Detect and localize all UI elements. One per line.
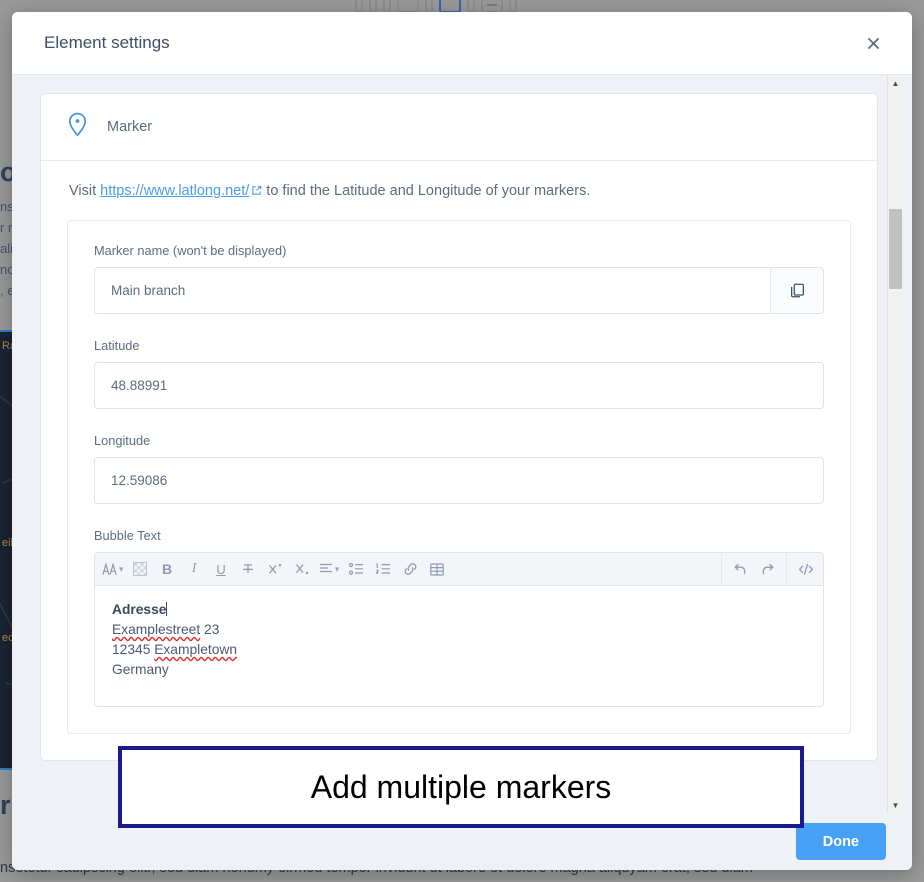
editor-toolbar: ▾ B I U ▾ <box>95 553 823 586</box>
copy-icon[interactable] <box>770 267 824 314</box>
table-icon[interactable] <box>424 556 451 583</box>
bubble-text-label: Bubble Text <box>94 528 161 543</box>
marker-type-header: Marker <box>41 94 877 161</box>
done-button[interactable]: Done <box>795 823 886 860</box>
superscript-icon[interactable] <box>262 556 289 583</box>
strikethrough-icon[interactable] <box>235 556 262 583</box>
rich-text-editor: ▾ B I U ▾ Adresse Examplestreet 23 12345… <box>94 552 824 707</box>
font-family-icon[interactable]: ▾ <box>99 556 127 583</box>
redo-icon[interactable] <box>754 556 781 583</box>
latitude-label: Latitude <box>94 338 140 353</box>
annotation-text: Add multiple markers <box>310 768 612 805</box>
numbered-list-icon[interactable] <box>370 556 397 583</box>
modal-header: Element settings <box>12 12 912 75</box>
hint-suffix: to find the Latitude and Longitude of yo… <box>262 183 591 199</box>
bubble-line-3-city: Exampletown <box>154 642 238 657</box>
settings-scroll-region: Marker Visit https://www.latlong.net/ to… <box>40 93 878 813</box>
undo-icon[interactable] <box>727 556 754 583</box>
close-icon[interactable] <box>858 28 888 58</box>
modal-title: Element settings <box>44 33 170 52</box>
marker-name-label: Marker name (won't be displayed) <box>94 243 287 258</box>
background-heading-2: r <box>0 790 11 820</box>
link-icon[interactable] <box>397 556 424 583</box>
italic-icon[interactable]: I <box>181 556 208 583</box>
marker-fields-card: Marker name (won't be displayed) Main br… <box>67 220 851 734</box>
bulleted-list-icon[interactable] <box>343 556 370 583</box>
align-icon[interactable]: ▾ <box>316 556 343 583</box>
chevron-down-icon: ▾ <box>119 563 124 574</box>
element-settings-modal: Element settings Marker Visit https://ww… <box>12 12 912 870</box>
hint-prefix: Visit <box>69 183 101 199</box>
map-pin-icon <box>67 112 88 142</box>
latitude-input[interactable] <box>94 362 824 409</box>
marker-name-field-group: Marker name (won't be displayed) <box>94 243 824 314</box>
bubble-line-1-text: Adresse <box>112 602 167 617</box>
modal-scrollbar[interactable]: ▲ ▼ <box>887 75 903 813</box>
scroll-up-arrow-icon[interactable]: ▲ <box>888 75 904 91</box>
code-view-icon[interactable] <box>792 556 819 583</box>
marker-name-input[interactable] <box>94 267 770 314</box>
bubble-text-editor-content[interactable]: Adresse Examplestreet 23 12345 Exampleto… <box>95 586 823 706</box>
modal-body: Marker Visit https://www.latlong.net/ to… <box>12 75 912 813</box>
bubble-line-1: Adresse <box>112 600 806 620</box>
subscript-icon[interactable] <box>289 556 316 583</box>
bubble-line-3: 12345 Exampletown <box>112 640 806 660</box>
text-caret <box>166 602 168 616</box>
text-color-icon[interactable] <box>127 556 154 583</box>
scrollbar-track[interactable] <box>888 91 904 797</box>
chevron-down-icon: ▾ <box>334 563 340 574</box>
marker-type-label: Marker <box>107 119 153 135</box>
bubble-text-field-group: Bubble Text ▾ B I U ▾ Adresse Examplestr… <box>94 528 824 707</box>
external-link-icon[interactable] <box>251 184 262 200</box>
annotation-callout: Add multiple markers <box>118 746 804 828</box>
longitude-field-group: Longitude <box>94 433 824 504</box>
toolbar-divider <box>786 553 787 586</box>
longitude-input[interactable] <box>94 457 824 504</box>
latlong-link[interactable]: https://www.latlong.net/ <box>100 183 249 199</box>
longitude-label: Longitude <box>94 433 151 448</box>
bubble-line-3-postcode: 12345 <box>112 642 155 657</box>
bold-icon[interactable]: B <box>154 556 181 583</box>
bubble-line-2-street: Examplestreet <box>112 622 201 637</box>
scroll-down-arrow-icon[interactable]: ▼ <box>888 797 904 813</box>
bubble-line-4: Germany <box>112 662 169 677</box>
latlong-hint: Visit https://www.latlong.net/ to find t… <box>41 161 877 220</box>
marker-settings-card: Marker Visit https://www.latlong.net/ to… <box>40 93 878 761</box>
scrollbar-thumb[interactable] <box>888 209 902 289</box>
underline-icon[interactable]: U <box>208 556 235 583</box>
bubble-line-2: Examplestreet 23 <box>112 620 806 640</box>
latitude-field-group: Latitude <box>94 338 824 409</box>
bubble-line-2-number: 23 <box>200 622 220 637</box>
toolbar-divider <box>721 553 722 586</box>
